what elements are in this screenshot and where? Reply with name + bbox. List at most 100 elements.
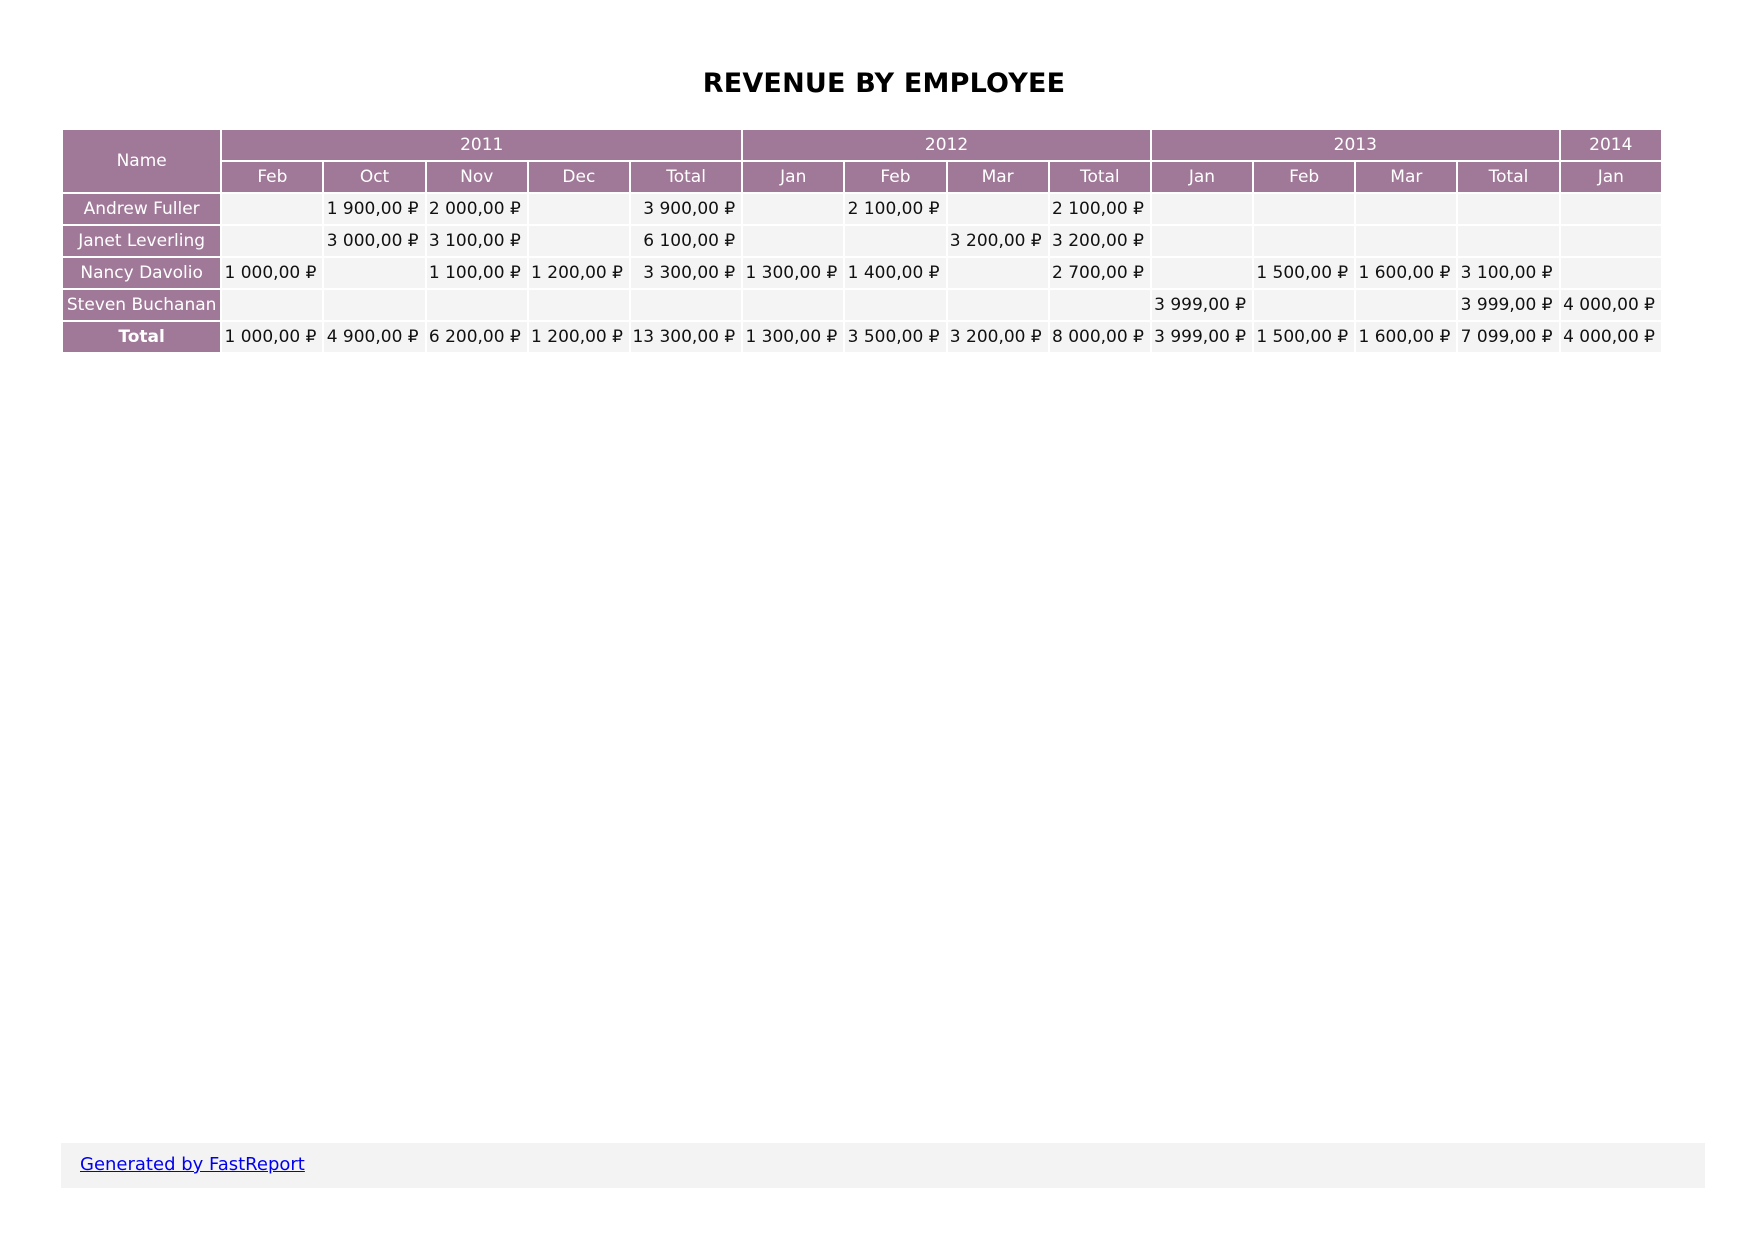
table-row: Nancy Davolio 1 000,00 ₽ 1 100,00 ₽1 200,0… — [63, 258, 1661, 288]
value-cell: 2 000,00 ₽ — [426, 194, 527, 224]
value-cell — [324, 290, 425, 320]
value-cell: 1 100,00 ₽ — [426, 258, 527, 288]
value-cell: 7 099,00 ₽ — [1458, 322, 1559, 352]
value-cell: 1 300,00 ₽ — [743, 322, 844, 352]
employee-name: Steven Buchanan — [63, 290, 221, 320]
row-header-total: Total — [63, 322, 221, 352]
value-cell: 1 600,00 ₽ — [1356, 322, 1457, 352]
value-cell: 1 400,00 ₽ — [845, 258, 946, 288]
value-cell: 1 200,00 ₽ — [528, 258, 629, 288]
value-cell — [1560, 226, 1661, 256]
value-cell: 3 200,00 ₽ — [1049, 226, 1150, 256]
value-cell: 3 999,00 ₽ — [1458, 290, 1559, 320]
value-cell — [1254, 290, 1355, 320]
value-cell — [528, 290, 629, 320]
month-header-2011-oct: Oct — [324, 162, 425, 192]
month-header-2011-dec: Dec — [528, 162, 629, 192]
value-cell — [1356, 226, 1457, 256]
value-cell — [426, 290, 527, 320]
value-cell — [845, 226, 946, 256]
month-header-2011-total: Total — [630, 162, 742, 192]
revenue-table: Name 2011 2012 2013 2014 Feb Oct Nov Dec Total Jan… — [61, 128, 1663, 354]
value-cell — [1458, 194, 1559, 224]
value-cell — [1356, 194, 1457, 224]
year-header-2014: 2014 — [1560, 130, 1661, 160]
value-cell: 1 200,00 ₽ — [528, 322, 629, 352]
table-row: Steven Buchanan 3 999,00 ₽3 999,00 ₽4 000… — [63, 290, 1661, 320]
total-row: Total 1 000,00 ₽4 900,00 ₽6 200,00 ₽1 200… — [63, 322, 1661, 352]
value-cell — [1049, 290, 1150, 320]
value-cell — [1458, 226, 1559, 256]
value-cell — [947, 194, 1048, 224]
month-header-2011-feb: Feb — [222, 162, 323, 192]
value-cell — [1356, 290, 1457, 320]
value-cell: 3 100,00 ₽ — [1458, 258, 1559, 288]
value-cell — [528, 226, 629, 256]
value-cell: 2 700,00 ₽ — [1049, 258, 1150, 288]
value-cell — [947, 258, 1048, 288]
report-footer: Generated by FastReport — [61, 1143, 1705, 1188]
value-cell: 3 999,00 ₽ — [1151, 322, 1253, 352]
month-header-2013-feb: Feb — [1254, 162, 1355, 192]
employee-name: Nancy Davolio — [63, 258, 221, 288]
employee-name: Janet Leverling — [63, 226, 221, 256]
header-row-months: Feb Oct Nov Dec Total Jan Feb Mar Total Jan Feb Mar… — [63, 162, 1661, 192]
value-cell: 4 900,00 ₽ — [324, 322, 425, 352]
value-cell — [845, 290, 946, 320]
value-cell: 2 100,00 ₽ — [1049, 194, 1150, 224]
table-row: Janet Leverling 3 000,00 ₽3 100,00 ₽ 6 100… — [63, 226, 1661, 256]
employee-name: Andrew Fuller — [63, 194, 221, 224]
value-cell: 1 300,00 ₽ — [743, 258, 844, 288]
value-cell: 1 500,00 ₽ — [1254, 322, 1355, 352]
value-cell — [222, 194, 323, 224]
value-cell — [1560, 258, 1661, 288]
month-header-2013-total: Total — [1458, 162, 1559, 192]
value-cell: 6 200,00 ₽ — [426, 322, 527, 352]
header-row-years: Name 2011 2012 2013 2014 — [63, 130, 1661, 192]
value-cell: 3 300,00 ₽ — [630, 258, 742, 288]
value-cell — [743, 290, 844, 320]
value-cell: 3 100,00 ₽ — [426, 226, 527, 256]
year-header-2012: 2012 — [743, 130, 1150, 160]
value-cell — [1254, 226, 1355, 256]
table-header: Name 2011 2012 2013 2014 Feb Oct Nov Dec Total Jan… — [63, 130, 1661, 192]
value-cell: 4 000,00 ₽ — [1560, 322, 1661, 352]
month-header-2012-total: Total — [1049, 162, 1150, 192]
month-header-2012-mar: Mar — [947, 162, 1048, 192]
value-cell: 1 500,00 ₽ — [1254, 258, 1355, 288]
value-cell: 3 000,00 ₽ — [324, 226, 425, 256]
month-header-2011-nov: Nov — [426, 162, 527, 192]
value-cell: 1 000,00 ₽ — [222, 322, 323, 352]
value-cell — [1151, 258, 1253, 288]
report-title: REVENUE BY EMPLOYEE — [702, 68, 1066, 99]
value-cell: 3 500,00 ₽ — [845, 322, 946, 352]
value-cell: 1 000,00 ₽ — [222, 258, 323, 288]
value-cell: 3 200,00 ₽ — [947, 322, 1048, 352]
table-body: Andrew Fuller 1 900,00 ₽2 000,00 ₽ 3 900,0… — [63, 194, 1661, 352]
value-cell — [630, 290, 742, 320]
month-header-2012-feb: Feb — [845, 162, 946, 192]
value-cell: 4 000,00 ₽ — [1560, 290, 1661, 320]
value-cell — [1151, 194, 1253, 224]
value-cell: 1 600,00 ₽ — [1356, 258, 1457, 288]
generated-by-link[interactable]: Generated by FastReport — [80, 1154, 305, 1175]
month-header-2012-jan: Jan — [743, 162, 844, 192]
month-header-2013-jan: Jan — [1151, 162, 1253, 192]
month-header-2013-mar: Mar — [1356, 162, 1457, 192]
month-header-2014-jan: Jan — [1560, 162, 1661, 192]
value-cell — [222, 226, 323, 256]
value-cell — [1151, 226, 1253, 256]
year-header-2011: 2011 — [222, 130, 742, 160]
value-cell — [947, 290, 1048, 320]
value-cell — [743, 194, 844, 224]
value-cell: 1 900,00 ₽ — [324, 194, 425, 224]
value-cell — [324, 258, 425, 288]
year-header-2013: 2013 — [1151, 130, 1559, 160]
value-cell: 3 999,00 ₽ — [1151, 290, 1253, 320]
value-cell — [1254, 194, 1355, 224]
value-cell: 8 000,00 ₽ — [1049, 322, 1150, 352]
table-row: Andrew Fuller 1 900,00 ₽2 000,00 ₽ 3 900,0… — [63, 194, 1661, 224]
value-cell: 3 900,00 ₽ — [630, 194, 742, 224]
column-header-name: Name — [63, 130, 221, 192]
value-cell — [743, 226, 844, 256]
